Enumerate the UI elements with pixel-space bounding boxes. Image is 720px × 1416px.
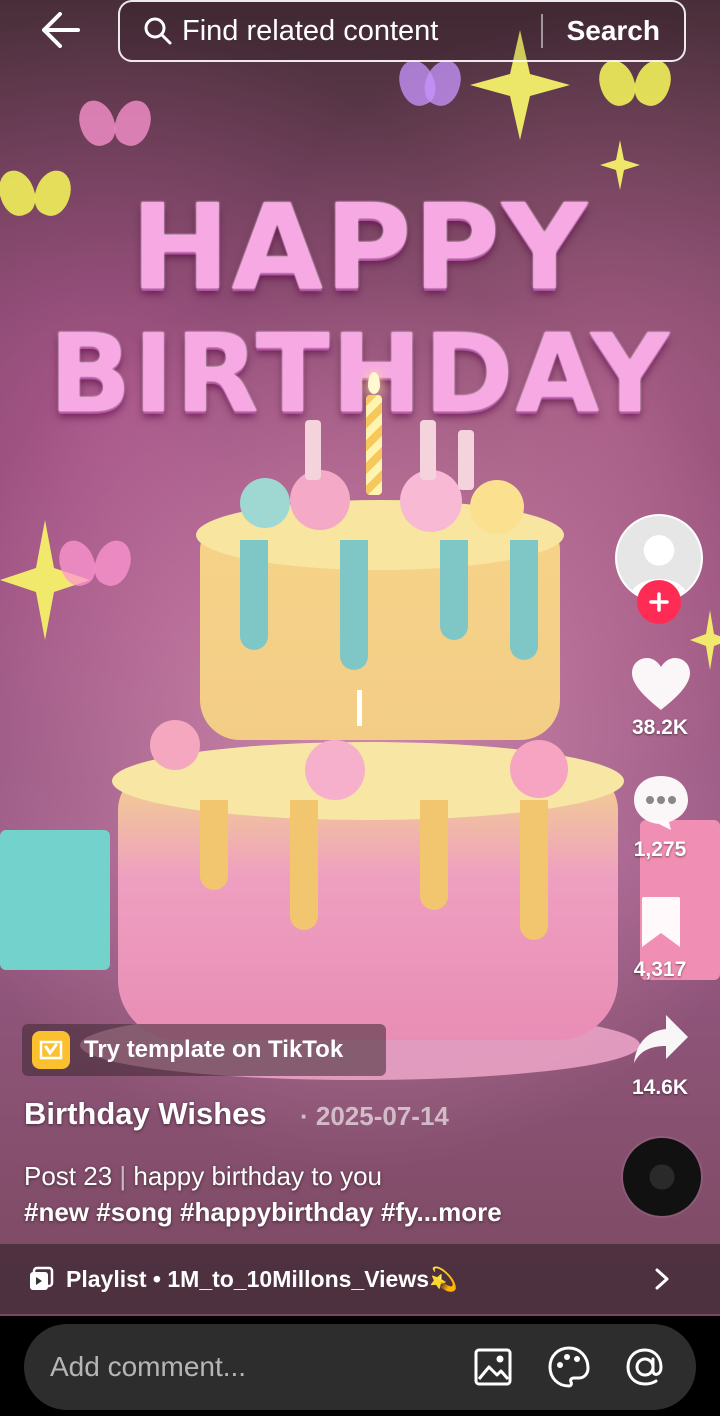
like-button[interactable] [626, 654, 696, 714]
frosting-drip [520, 800, 548, 940]
music-disc-icon[interactable] [623, 1138, 701, 1216]
search-bar[interactable]: Find related content Search [118, 0, 686, 62]
candle-flame [368, 372, 380, 394]
more-link[interactable]: ...more [417, 1197, 502, 1227]
caption-prefix: Post 23 [24, 1161, 113, 1191]
video-headline-birthday: BIRTHDAY [49, 312, 671, 437]
hashtag-line: #new #song #happybirthday #fy...more [24, 1194, 604, 1230]
cake-decoration-ball [150, 720, 200, 770]
image-icon[interactable] [468, 1342, 518, 1392]
search-input[interactable]: Find related content [178, 15, 541, 48]
author-name[interactable]: Birthday Wishes [24, 1096, 267, 1132]
cake-decoration-ball [305, 740, 365, 800]
comment-button[interactable] [626, 772, 696, 832]
cake-decoration-ball [240, 478, 290, 528]
cake-decoration-ball [470, 480, 524, 534]
chevron-right-icon [652, 1267, 672, 1291]
candle [458, 430, 474, 490]
arrow-left-icon [42, 12, 80, 48]
playlist-label: Playlist • 1M_to_10Millons_Views💫 [66, 1265, 458, 1292]
comment-placeholder[interactable]: Add comment... [50, 1351, 468, 1383]
comment-count: 1,275 [633, 838, 687, 861]
search-button[interactable]: Search [543, 15, 684, 47]
share-arrow-icon [634, 1015, 688, 1063]
text-cursor [357, 690, 362, 726]
gift-box [0, 830, 110, 970]
frosting-drip [340, 540, 368, 670]
butterfly-decoration [400, 60, 460, 130]
like-count: 38.2K [631, 716, 689, 739]
search-icon [138, 16, 178, 46]
candle [366, 395, 382, 495]
butterfly-decoration [600, 60, 670, 106]
plus-icon [649, 592, 669, 612]
butterfly-decoration [80, 100, 150, 146]
comment-bubble-icon [634, 776, 688, 830]
try-template-label: Try template on TikTok [84, 1036, 344, 1063]
emoji-icon[interactable] [544, 1342, 594, 1392]
capcut-template-icon [32, 1031, 70, 1069]
post-date: · 2025-07-14 [300, 1101, 449, 1131]
heart-icon [632, 658, 690, 710]
caption-text: happy birthday to you [133, 1161, 383, 1191]
follow-button[interactable] [637, 580, 681, 624]
save-button[interactable] [626, 892, 696, 952]
frosting-drip [200, 800, 228, 890]
candle [420, 420, 436, 480]
comment-input[interactable]: Add comment... [24, 1324, 696, 1410]
post-caption[interactable]: Post 23 | happy birthday to you #new #so… [24, 1158, 604, 1230]
caption-line: Post 23 | happy birthday to you [24, 1158, 604, 1194]
cake-decoration-ball [290, 470, 350, 530]
try-template-button[interactable]: Try template on TikTok [22, 1024, 386, 1076]
share-button[interactable] [626, 1010, 696, 1070]
caption-separator: | [119, 1161, 127, 1191]
candle [305, 420, 321, 480]
back-button[interactable] [30, 6, 90, 54]
cake-decoration-ball [510, 740, 568, 798]
video-headline-happy: HAPPY [130, 178, 590, 316]
save-count: 4,317 [633, 958, 687, 981]
frosting-drip [240, 540, 268, 650]
butterfly-decoration [60, 540, 130, 586]
playlist-icon [28, 1265, 56, 1293]
playlist-bar[interactable]: Playlist • 1M_to_10Millons_Views💫 [0, 1244, 720, 1314]
frosting-drip [290, 800, 318, 930]
mention-icon[interactable] [620, 1342, 670, 1392]
share-count: 14.6K [631, 1076, 689, 1099]
frosting-drip [420, 800, 448, 910]
frosting-drip [510, 540, 538, 660]
hashtags[interactable]: #new #song #happybirthday #fy [24, 1197, 417, 1227]
frosting-drip [440, 540, 468, 640]
bookmark-icon [642, 897, 680, 947]
